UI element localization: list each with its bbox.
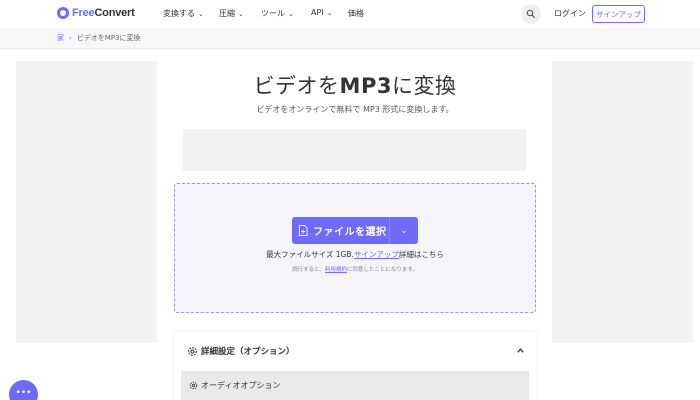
login-link[interactable]: ログイン — [554, 8, 586, 19]
chevron-down-icon: ⌄ — [198, 9, 204, 18]
choose-file-label: ファイルを選択 — [313, 227, 387, 238]
audio-options-label: オーディオオプション — [189, 380, 280, 391]
ad-slot-right — [552, 61, 693, 343]
page-subtitle: ビデオをオンラインで無料で MP3 形式に変換します。 — [256, 105, 454, 114]
terms-link[interactable]: 利用規約 — [325, 267, 347, 273]
breadcrumb-home[interactable]: 家 — [57, 33, 64, 43]
chevron-down-icon: ⌄ — [238, 9, 244, 18]
file-dropzone[interactable] — [174, 183, 536, 313]
nav-pricing[interactable]: 価格 — [348, 8, 364, 19]
advanced-settings-toggle[interactable]: 詳細設定（オプション） — [187, 345, 295, 357]
choose-file-main[interactable]: ファイルを選択 — [292, 217, 389, 244]
logo-text: FreeConvert — [72, 7, 135, 19]
chat-icon: ••• — [15, 388, 32, 398]
max-file-size-note: 最大ファイルサイズ 1GB.サインアップ詳細はこちら — [266, 250, 444, 259]
terms-note: 続行すると、利用規約に同意したことになります。 — [292, 267, 418, 273]
ad-slot-left — [16, 61, 157, 343]
top-nav-bar: FreeConvert 変換する ⌄ 圧縮 ⌄ ツール ⌄ API ⌄ 価格 ログイン … — [0, 0, 700, 28]
page-title: ビデオをMP3に変換 — [253, 74, 457, 98]
ad-slot-top — [183, 129, 526, 171]
search-icon — [526, 9, 535, 18]
gear-icon — [188, 346, 197, 356]
freeconvert-logo[interactable]: FreeConvert — [57, 7, 135, 19]
advanced-settings-title: 詳細設定（オプション） — [201, 347, 295, 357]
chevron-up-icon[interactable] — [516, 346, 525, 355]
divider — [0, 48, 700, 49]
file-icon — [298, 225, 308, 236]
nav-convert[interactable]: 変換する ⌄ — [163, 8, 204, 19]
nav-compress[interactable]: 圧縮 ⌄ — [219, 8, 244, 19]
breadcrumb-current: ビデオをMP3に変換 — [76, 34, 141, 42]
signup-link[interactable]: サインアップ — [354, 250, 399, 259]
breadcrumb-separator: › — [69, 34, 72, 42]
breadcrumb: 家 › ビデオをMP3に変換 — [57, 33, 141, 43]
search-button[interactable] — [521, 4, 541, 24]
nav-api[interactable]: API ⌄ — [311, 8, 333, 17]
choose-file-button[interactable]: ファイルを選択 ⌄ — [292, 217, 418, 244]
signup-button[interactable]: サインアップ — [592, 5, 645, 23]
gear-icon — [189, 381, 198, 390]
logo-icon — [57, 7, 69, 19]
chevron-down-icon: ⌄ — [326, 8, 333, 17]
choose-source-dropdown[interactable]: ⌄ — [390, 226, 418, 236]
nav-tools[interactable]: ツール ⌄ — [261, 8, 294, 19]
chevron-down-icon: ⌄ — [288, 9, 294, 18]
chevron-down-icon: ⌄ — [400, 225, 408, 236]
